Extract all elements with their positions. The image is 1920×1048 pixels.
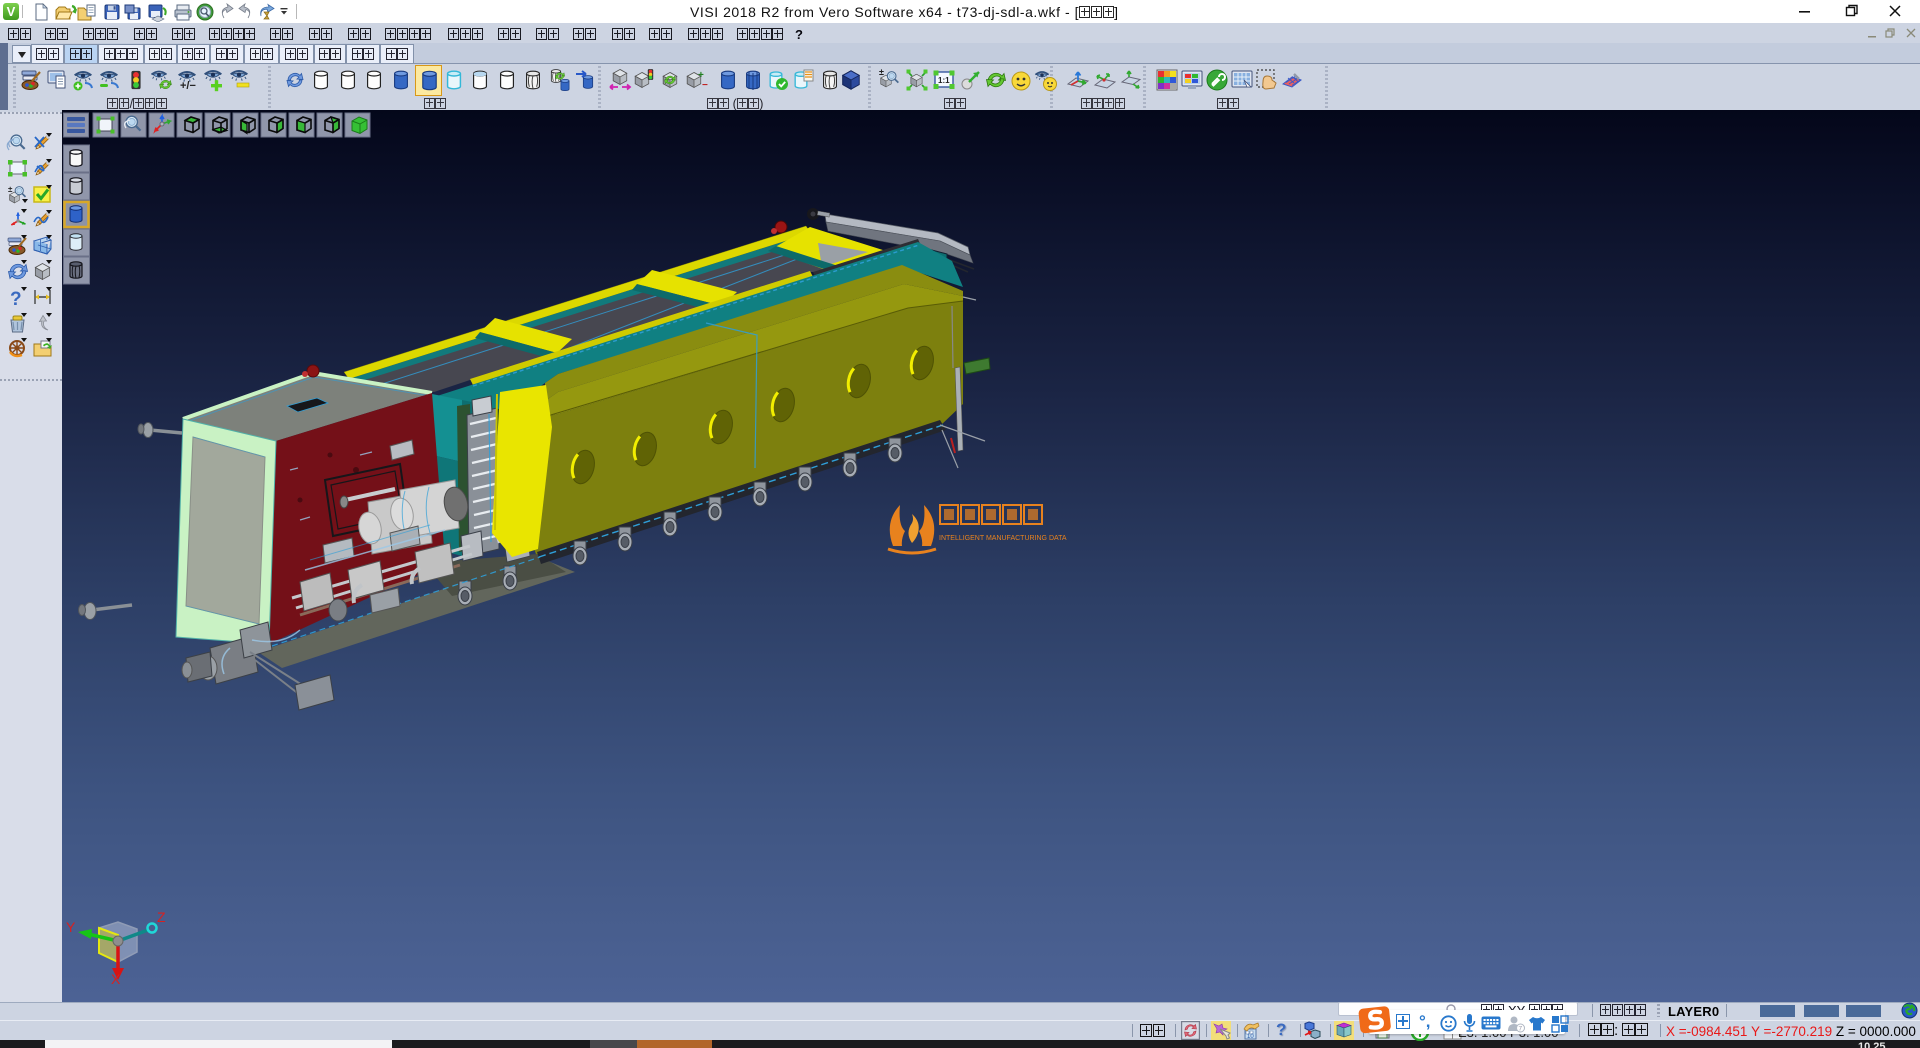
svg-text:−: − bbox=[702, 80, 708, 91]
svg-text:±: ± bbox=[879, 68, 884, 77]
svg-text:±: ± bbox=[8, 185, 13, 194]
svg-text:10: 10 bbox=[1247, 1034, 1254, 1040]
svg-text:7: 7 bbox=[1519, 1026, 1523, 1033]
svg-text:1:1: 1:1 bbox=[938, 76, 950, 85]
svg-text:+/−: +/− bbox=[180, 80, 196, 92]
svg-text:?: ? bbox=[10, 289, 22, 310]
